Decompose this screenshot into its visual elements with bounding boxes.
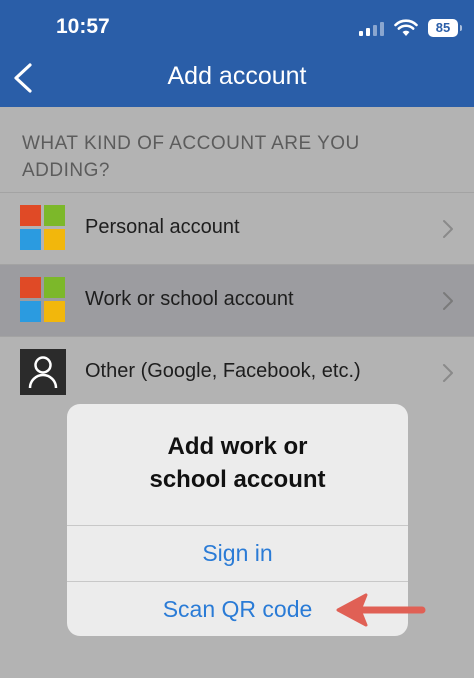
chevron-right-icon bbox=[443, 364, 453, 382]
battery-icon: 85 bbox=[428, 19, 462, 37]
sign-in-button[interactable]: Sign in bbox=[67, 526, 408, 581]
microsoft-logo-icon bbox=[20, 205, 66, 251]
row-label: Work or school account bbox=[85, 288, 294, 310]
work-school-account-row[interactable]: Work or school account bbox=[0, 264, 474, 336]
section-header: WHAT KIND OF ACCOUNT ARE YOU ADDING? bbox=[22, 133, 360, 181]
row-label: Other (Google, Facebook, etc.) bbox=[85, 360, 361, 382]
row-label: Personal account bbox=[85, 216, 240, 238]
dialog-title: Add work or school account bbox=[67, 430, 408, 496]
signal-icon bbox=[359, 20, 384, 36]
arrow-left-icon bbox=[336, 593, 426, 627]
other-account-row[interactable]: Other (Google, Facebook, etc.) bbox=[0, 336, 474, 408]
top-bar: 10:57 85 Add account bbox=[0, 0, 474, 107]
page-title: Add account bbox=[167, 62, 307, 90]
microsoft-logo-icon bbox=[20, 277, 66, 323]
status-time: 10:57 bbox=[56, 15, 110, 38]
person-icon bbox=[20, 349, 66, 395]
dialog-title-line-1: Add work or bbox=[167, 433, 308, 460]
wifi-icon bbox=[394, 19, 418, 36]
dialog-title-line-2: school account bbox=[149, 466, 326, 493]
chevron-right-icon bbox=[443, 220, 453, 238]
status-icons: 85 bbox=[359, 16, 462, 40]
personal-account-row[interactable]: Personal account bbox=[0, 192, 474, 264]
chevron-right-icon bbox=[443, 292, 453, 310]
